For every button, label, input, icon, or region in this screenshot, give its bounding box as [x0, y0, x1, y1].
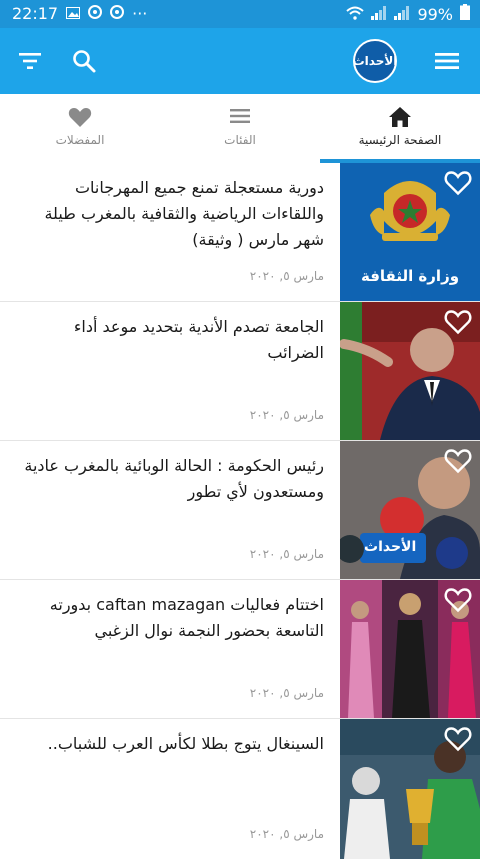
article-thumbnail: وزارة الثقافة: [340, 163, 480, 301]
favorite-heart-icon[interactable]: [444, 170, 472, 196]
home-icon: [320, 106, 480, 130]
search-icon[interactable]: [68, 45, 100, 77]
article-date: مارس ٥, ٢٠٢٠: [249, 547, 324, 561]
filter-icon[interactable]: [14, 45, 46, 77]
chrome-icon: [88, 4, 103, 23]
battery-percent: 99%: [417, 4, 453, 24]
article-title[interactable]: الجامعة تصدم الأندية بتحديد موعد أداء ال…: [14, 314, 324, 366]
status-left: 22:17 ···: [12, 4, 147, 23]
chrome-icon: [110, 4, 125, 23]
signal-icon: [394, 5, 410, 24]
tab-bar: المفضلات الفئات الصفحة الرئيسية: [0, 94, 480, 164]
article-date: مارس ٥, ٢٠٢٠: [249, 408, 324, 422]
article-title[interactable]: اختتام فعاليات caftan mazagan بدورته الت…: [14, 592, 324, 644]
clock: 22:17: [12, 4, 59, 23]
gallery-icon: [66, 4, 81, 23]
favorite-heart-icon[interactable]: [444, 587, 472, 613]
article-title[interactable]: دورية مستعجلة تمنع جميع المهرجانات واللق…: [14, 175, 324, 253]
list-icon: [160, 106, 320, 130]
tab-favorites-label: المفضلات: [55, 133, 105, 147]
status-bar: 22:17 ··· 99%: [0, 0, 480, 28]
tab-home[interactable]: الصفحة الرئيسية: [320, 94, 480, 163]
article-thumbnail: [340, 302, 480, 440]
thumbnail-caption: الأحداث: [364, 539, 417, 555]
article-thumbnail: [340, 719, 480, 859]
article-item[interactable]: الجامعة تصدم الأندية بتحديد موعد أداء ال…: [0, 302, 480, 441]
favorite-heart-icon[interactable]: [444, 309, 472, 335]
app-logo: الأحداث: [353, 39, 397, 83]
tab-categories[interactable]: الفئات: [160, 94, 320, 163]
article-thumbnail: الأحداث: [340, 441, 480, 579]
more-notifications: ···: [132, 4, 148, 23]
app-logo-text: الأحداث: [352, 54, 398, 68]
battery-icon: [460, 4, 470, 24]
article-title[interactable]: السينغال يتوج بطلا لكأس العرب للشباب..: [14, 731, 324, 757]
tab-favorites[interactable]: المفضلات: [0, 94, 160, 163]
article-thumbnail: [340, 580, 480, 718]
wifi-icon: [346, 5, 365, 24]
tab-categories-label: الفئات: [224, 133, 256, 147]
status-right: 99%: [346, 4, 470, 24]
favorite-heart-icon[interactable]: [444, 448, 472, 474]
article-item[interactable]: الأحداث رئيس الحكومة : الحالة الوبائية ب…: [0, 441, 480, 580]
article-date: مارس ٥, ٢٠٢٠: [249, 827, 324, 841]
app-bar: الأحداث: [0, 28, 480, 94]
signal-icon: [371, 5, 387, 24]
article-date: مارس ٥, ٢٠٢٠: [249, 269, 324, 283]
favorite-heart-icon[interactable]: [444, 726, 472, 752]
article-date: مارس ٥, ٢٠٢٠: [249, 686, 324, 700]
article-item[interactable]: وزارة الثقافة دورية مستعجلة تمنع جميع ال…: [0, 163, 480, 302]
article-item[interactable]: السينغال يتوج بطلا لكأس العرب للشباب.. م…: [0, 719, 480, 859]
article-title[interactable]: رئيس الحكومة : الحالة الوبائية بالمغرب ع…: [14, 453, 324, 505]
heart-icon: [0, 106, 160, 130]
thumbnail-caption: وزارة الثقافة: [360, 267, 460, 285]
menu-icon[interactable]: [431, 45, 463, 77]
tab-home-label: الصفحة الرئيسية: [358, 133, 442, 147]
article-item[interactable]: اختتام فعاليات caftan mazagan بدورته الت…: [0, 580, 480, 719]
